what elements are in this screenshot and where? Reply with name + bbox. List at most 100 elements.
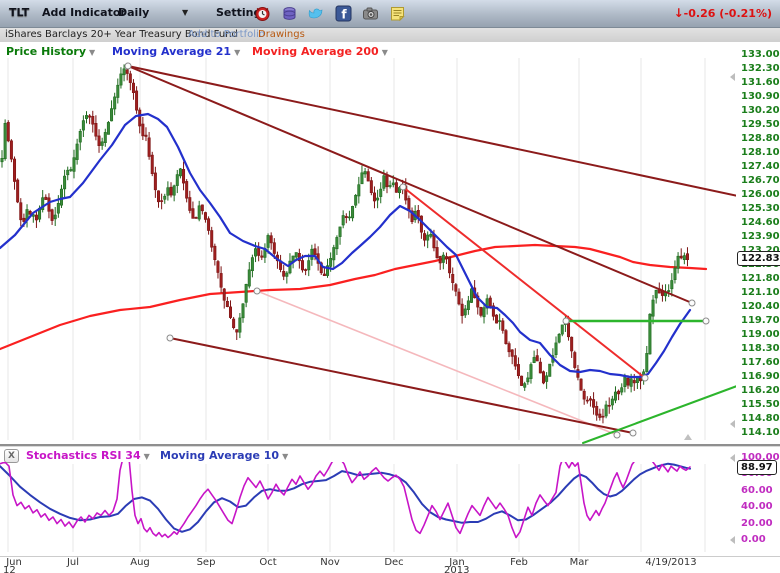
legend-ma10[interactable]: Moving Average 10▼ (160, 449, 288, 462)
candle-body (652, 300, 654, 316)
candle-body (257, 248, 259, 255)
axis-marker-icon (730, 454, 735, 462)
candle-body (596, 406, 598, 415)
panel-divider-highlight (0, 446, 780, 447)
twitter-icon[interactable] (308, 5, 325, 22)
candle-body (88, 116, 90, 117)
toolbar: TLT Add Indicator Daily ▼ Settings f (0, 0, 780, 28)
candle-body (117, 85, 119, 97)
scroll-marker-icon (684, 434, 692, 440)
candle-body (189, 198, 191, 211)
chart-application-window: TLT Add Indicator Daily ▼ Settings f (0, 0, 780, 573)
candle-body (423, 234, 425, 241)
snapshot-icon[interactable] (362, 5, 379, 22)
candle-body (160, 201, 162, 202)
price-tick: 128.80 (741, 133, 780, 144)
candle-body (646, 353, 648, 371)
trendline-handle[interactable] (642, 375, 648, 381)
candle-body (126, 70, 128, 74)
candle-body (145, 135, 147, 136)
candle-body (211, 231, 213, 248)
candle-body (483, 308, 485, 317)
add-indicator-button[interactable]: Add Indicator (42, 6, 126, 19)
trendline-handle[interactable] (125, 63, 131, 69)
trendline-handle[interactable] (703, 318, 709, 324)
chevron-down-icon[interactable]: ▼ (282, 452, 288, 461)
candle-body (154, 173, 156, 190)
notes-icon[interactable] (389, 5, 406, 22)
stoch-rsi-line (0, 462, 690, 538)
price-tick: 123.90 (741, 231, 780, 242)
candle-body (351, 206, 353, 218)
trendline-down-trend-lower[interactable] (170, 338, 633, 433)
candle-body (386, 175, 388, 187)
candle-body (348, 217, 350, 218)
close-indicator-button[interactable]: X (4, 449, 19, 463)
candle-body (23, 218, 25, 221)
candle-body (570, 337, 572, 351)
candle-body (549, 364, 551, 376)
legend-stoch-rsi[interactable]: Stochastics RSI 34▼ (26, 449, 150, 462)
price-tick: 116.90 (741, 371, 780, 382)
candle-body (73, 158, 75, 172)
price-axis[interactable]: 133.00132.30131.60130.90130.20129.50128.… (736, 42, 780, 446)
year-label: 12 (3, 565, 16, 573)
trendline-down-trend-steep[interactable] (403, 187, 645, 378)
trendline-handle[interactable] (689, 300, 695, 306)
price-tick: 128.10 (741, 147, 780, 158)
candle-body (674, 268, 676, 280)
trendline-down-trend-mid[interactable] (128, 66, 692, 303)
candle-body (480, 307, 482, 315)
news-icon[interactable] (281, 5, 298, 22)
chevron-down-icon[interactable]: ▼ (144, 452, 150, 461)
candle-body (358, 185, 360, 196)
indicator-chart-canvas[interactable] (0, 462, 738, 556)
candle-body (179, 169, 181, 176)
last-price-box: 122.83 (737, 251, 780, 266)
candle-body (195, 217, 197, 218)
candle-body (524, 384, 526, 388)
trendline-handle[interactable] (563, 318, 569, 324)
add-to-portfolio-link[interactable]: Add to Portfolio (188, 29, 265, 40)
axis-marker-icon (730, 536, 735, 544)
trendline-handle[interactable] (614, 432, 620, 438)
candle-body (533, 357, 535, 362)
candle-body (7, 122, 9, 140)
candle-body (273, 243, 275, 254)
candle-body (286, 273, 288, 276)
price-tick: 114.10 (741, 427, 780, 438)
candle-body (173, 186, 175, 195)
trendline-handle[interactable] (400, 184, 406, 190)
candle-body (608, 405, 610, 406)
period-dropdown[interactable]: Daily (118, 6, 149, 19)
candle-body (217, 262, 219, 273)
trendline-down-trend-upper[interactable] (128, 66, 738, 196)
trendline-handle[interactable] (167, 335, 173, 341)
candle-body (226, 301, 228, 306)
chevron-down-icon[interactable]: ▼ (182, 8, 188, 17)
facebook-icon[interactable]: f (335, 5, 352, 22)
candle-body (683, 256, 685, 260)
candle-body (239, 318, 241, 332)
candle-body (104, 132, 106, 142)
candle-body (157, 191, 159, 202)
trendline-handle[interactable] (254, 288, 260, 294)
year-label: 2013 (444, 565, 469, 573)
price-tick: 131.60 (741, 77, 780, 88)
candle-body (389, 186, 391, 187)
candle-body (527, 378, 529, 382)
alerts-icon[interactable] (254, 5, 271, 22)
candle-body (364, 172, 366, 175)
candle-body (671, 281, 673, 289)
price-chart-canvas[interactable] (0, 42, 738, 446)
candle-body (336, 237, 338, 248)
candle-body (35, 215, 37, 220)
candle-body (539, 362, 541, 373)
drawings-link[interactable]: Drawings (258, 29, 305, 40)
candle-body (511, 350, 513, 357)
trendline-handle[interactable] (630, 430, 636, 436)
candle-body (311, 249, 313, 259)
candle-body (151, 155, 153, 174)
candle-body (79, 131, 81, 142)
candle-body (630, 379, 632, 387)
